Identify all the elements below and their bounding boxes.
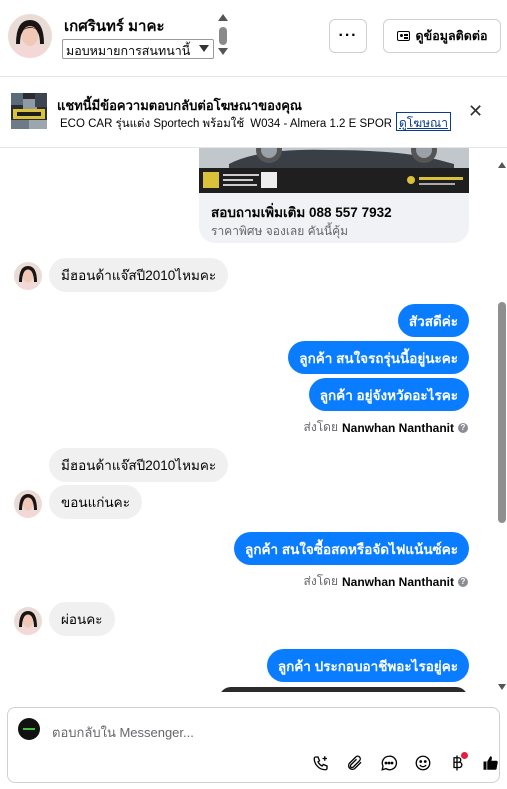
ad-banner-title: แชทนี้มีข้อความตอบกลับต่อโฆษณาของคุณ (57, 98, 302, 113)
scroll-up-arrow-icon[interactable] (218, 14, 228, 21)
info-icon[interactable]: ? (458, 576, 468, 587)
info-icon[interactable]: ? (458, 422, 468, 433)
message-incoming[interactable]: มีฮอนด้าแจ๊สปี2010ไหมคะ (49, 258, 229, 292)
more-options-button[interactable]: ··· (329, 19, 367, 53)
message-outgoing[interactable]: ลูกค้า อยู่จังหวัดอะไรคะ (308, 378, 469, 411)
close-icon[interactable]: ✕ (468, 101, 483, 122)
message-thread[interactable]: สอบถามเพิ่มเติม 088 557 7932 ราคาพิศษ จอ… (0, 148, 507, 692)
message-composer[interactable]: ตอบกลับใน Messenger... (7, 707, 500, 783)
thread-scrollbar[interactable] (497, 148, 507, 692)
conversation-header: เกศรินทร์ มาคะ มอบหมายการสนทนานี้ ··· ดู… (0, 0, 507, 77)
scrollbar-thumb[interactable] (219, 27, 227, 45)
sent-by-name[interactable]: Nanwhan Nanthanit (342, 575, 454, 589)
contact-avatar-small (14, 262, 42, 290)
product-image (199, 148, 469, 193)
product-card[interactable]: สอบถามเพิ่มเติม 088 557 7932 ราคาพิศษ จอ… (199, 148, 469, 243)
view-contact-info-button[interactable]: ดูข้อมูลติดต่อ (383, 19, 501, 53)
contact-avatar[interactable] (8, 14, 52, 58)
sent-by-prefix: ส่งโดย (303, 574, 338, 588)
reply-input[interactable]: ตอบกลับใน Messenger... (52, 722, 194, 743)
contact-name[interactable]: เกศรินทร์ มาคะ (64, 14, 165, 38)
assign-select-label: มอบหมายการสนทนานี้ (66, 44, 191, 58)
notification-dot (461, 752, 468, 759)
message-incoming[interactable]: มีฮอนด้าแจ๊สปี2010ไหมคะ (49, 448, 229, 482)
saved-reply-icon[interactable] (378, 752, 400, 774)
chevron-down-icon (199, 45, 209, 52)
contact-card-icon (396, 31, 410, 41)
composer-toolbar (310, 752, 502, 774)
header-scrollbar[interactable] (218, 14, 228, 55)
contact-avatar-small (14, 607, 42, 635)
message-outgoing[interactable]: ลูกค้า ประกอบอาชีพอะไรอยู่คะ (266, 649, 469, 682)
scroll-up-arrow-icon[interactable] (498, 162, 506, 168)
more-icon: ··· (338, 27, 358, 44)
product-card-title: สอบถามเพิ่มเติม 088 557 7932 (211, 205, 392, 220)
sent-by-label: ส่งโดย Nanwhan Nanthanit ? (304, 418, 468, 437)
message-incoming[interactable]: ผ่อนคะ (49, 602, 115, 636)
ad-thumbnail (11, 93, 47, 129)
ad-subtitle-text: ECO CAR รุ่นแต่ง Sportech พร้อมใช้ (60, 118, 245, 130)
message-outgoing[interactable]: ลูกค้า สนใจซื้อสดหรือจัดไฟแน้นซ์คะ (234, 532, 469, 565)
view-ad-link[interactable]: ดูโฆษณา (396, 112, 451, 131)
phone-add-icon[interactable] (310, 752, 332, 774)
thumbs-up-icon[interactable] (480, 752, 502, 774)
view-contact-info-label: ดูข้อมูลติดต่อ (415, 29, 488, 43)
payment-baht-icon[interactable] (446, 752, 468, 774)
scroll-down-arrow-icon[interactable] (498, 684, 506, 690)
emoji-icon[interactable] (412, 752, 434, 774)
scroll-down-arrow-icon[interactable] (218, 48, 228, 55)
message-incoming[interactable]: ขอนแก่นคะ (49, 485, 142, 519)
sent-by-name[interactable]: Nanwhan Nanthanit (342, 421, 454, 435)
product-card-subtitle: ราคาพิศษ จองเลย คันนี้คุ้ม (211, 224, 349, 238)
attachment-icon[interactable] (344, 752, 366, 774)
scrollbar-thumb[interactable] (498, 302, 506, 523)
ad-subtitle-more: W034 - Almera 1.2 E SPOR... (250, 118, 391, 130)
media-message-preview[interactable] (219, 687, 468, 692)
page-avatar (18, 718, 40, 740)
message-outgoing[interactable]: สัวสดีค่ะ (397, 304, 469, 337)
sent-by-prefix: ส่งโดย (303, 420, 338, 434)
assign-conversation-select[interactable]: มอบหมายการสนทนานี้ (62, 39, 214, 59)
message-outgoing[interactable]: ลูกค้า สนใจรถรุ่นนี้อยู่นะคะ (288, 341, 469, 374)
ad-banner-subtitle: ECO CAR รุ่นแต่ง Sportech พร้อมใช้ W034 … (57, 115, 391, 133)
ad-reply-banner: แชทนี้มีข้อความตอบกลับต่อโฆษณาของคุณ ECO… (0, 77, 507, 148)
sent-by-label: ส่งโดย Nanwhan Nanthanit ? (304, 572, 468, 591)
contact-avatar-small (14, 490, 42, 518)
